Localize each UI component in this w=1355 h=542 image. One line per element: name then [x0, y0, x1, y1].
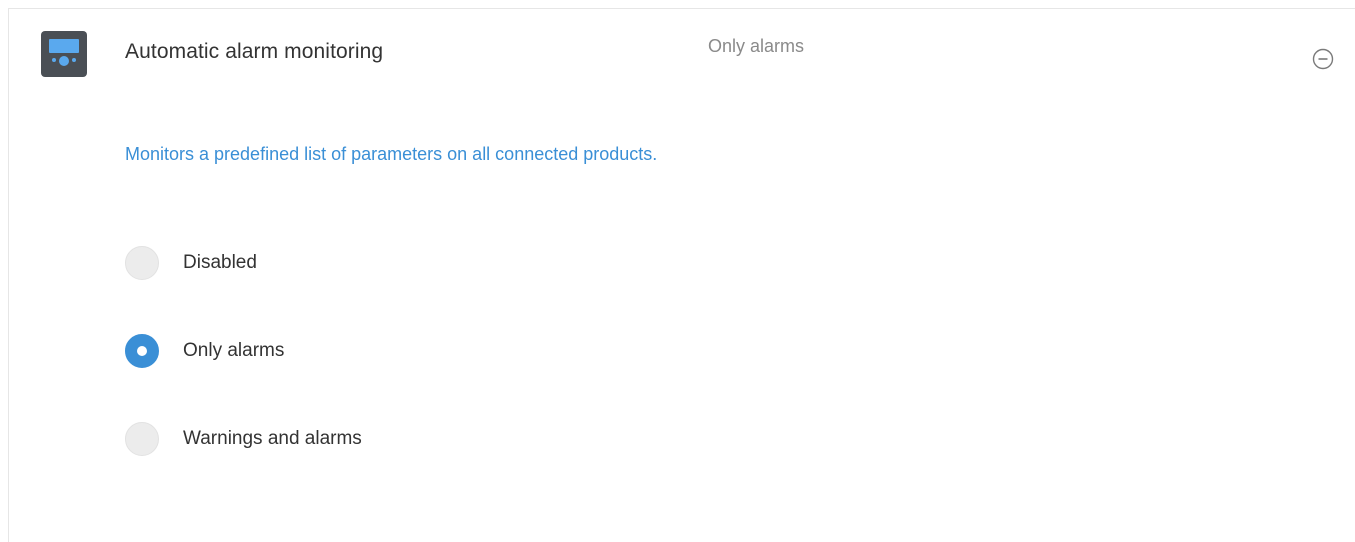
minus-circle-icon: [1312, 48, 1334, 70]
setting-description: Monitors a predefined list of parameters…: [125, 144, 658, 164]
device-screen-icon: [41, 31, 87, 77]
collapse-button[interactable]: [1312, 48, 1334, 70]
radio-option-warnings-and-alarms[interactable]: Warnings and alarms: [125, 421, 362, 457]
setting-title: Automatic alarm monitoring: [125, 40, 384, 63]
alarm-monitoring-panel: Automatic alarm monitoring Only alarms M…: [8, 8, 1355, 542]
radio-label: Only alarms: [183, 340, 285, 361]
radio-label: Disabled: [183, 252, 257, 273]
radio-label: Warnings and alarms: [183, 428, 362, 449]
current-value-label: Only alarms: [708, 36, 805, 56]
radio-option-only-alarms[interactable]: Only alarms: [125, 333, 284, 369]
radio-button[interactable]: [125, 422, 159, 456]
radio-button-checked[interactable]: [125, 334, 159, 368]
radio-option-disabled[interactable]: Disabled: [125, 245, 257, 281]
radio-button[interactable]: [125, 246, 159, 280]
